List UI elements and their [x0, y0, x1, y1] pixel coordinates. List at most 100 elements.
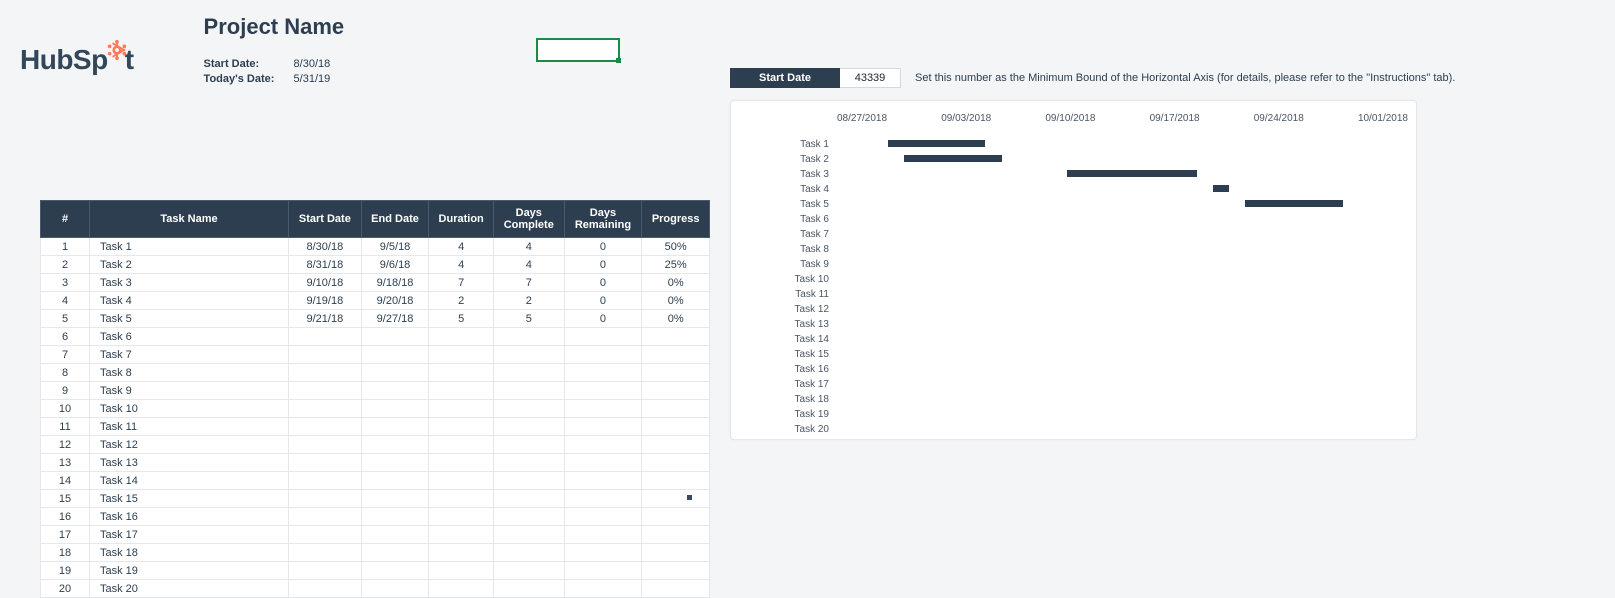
days-complete-cell[interactable] [494, 544, 565, 562]
start-date-cell[interactable]: 8/30/18 [289, 238, 362, 256]
task-table[interactable]: # Task Name Start Date End Date Duration… [40, 200, 710, 598]
progress-cell[interactable]: 0% [642, 274, 710, 292]
table-row[interactable]: 19Task 19 [41, 562, 710, 580]
days-remaining-cell[interactable] [564, 364, 642, 382]
progress-cell[interactable] [642, 562, 710, 580]
table-row[interactable]: 20Task 20 [41, 580, 710, 598]
table-row[interactable]: 11Task 11 [41, 418, 710, 436]
end-date-cell[interactable] [361, 364, 429, 382]
task-name-cell[interactable]: Task 5 [90, 310, 289, 328]
days-remaining-cell[interactable] [564, 400, 642, 418]
duration-cell[interactable] [429, 526, 494, 544]
row-num[interactable]: 5 [41, 310, 90, 328]
duration-cell[interactable] [429, 346, 494, 364]
days-remaining-cell[interactable] [564, 382, 642, 400]
progress-cell[interactable] [642, 454, 710, 472]
task-name-cell[interactable]: Task 10 [90, 400, 289, 418]
duration-cell[interactable]: 7 [429, 274, 494, 292]
end-date-cell[interactable] [361, 328, 429, 346]
duration-cell[interactable]: 4 [429, 256, 494, 274]
task-name-cell[interactable]: Task 9 [90, 382, 289, 400]
start-date-cell[interactable] [289, 328, 362, 346]
start-date-cell[interactable] [289, 526, 362, 544]
end-date-cell[interactable] [361, 490, 429, 508]
duration-cell[interactable] [429, 364, 494, 382]
progress-cell[interactable]: 0% [642, 310, 710, 328]
end-date-cell[interactable] [361, 580, 429, 598]
days-complete-cell[interactable] [494, 436, 565, 454]
duration-cell[interactable] [429, 400, 494, 418]
table-row[interactable]: 4Task 49/19/189/20/182200% [41, 292, 710, 310]
row-num[interactable]: 9 [41, 382, 90, 400]
task-name-cell[interactable]: Task 14 [90, 472, 289, 490]
duration-cell[interactable] [429, 382, 494, 400]
table-row[interactable]: 6Task 6 [41, 328, 710, 346]
task-name-cell[interactable]: Task 3 [90, 274, 289, 292]
row-num[interactable]: 14 [41, 472, 90, 490]
end-date-cell[interactable]: 9/20/18 [361, 292, 429, 310]
task-name-cell[interactable]: Task 2 [90, 256, 289, 274]
table-row[interactable]: 12Task 12 [41, 436, 710, 454]
days-remaining-cell[interactable]: 0 [564, 292, 642, 310]
progress-cell[interactable] [642, 364, 710, 382]
days-complete-cell[interactable] [494, 418, 565, 436]
project-title[interactable]: Project Name [204, 14, 345, 40]
progress-cell[interactable] [642, 328, 710, 346]
row-num[interactable]: 10 [41, 400, 90, 418]
row-num[interactable]: 4 [41, 292, 90, 310]
duration-cell[interactable] [429, 508, 494, 526]
days-complete-cell[interactable] [494, 472, 565, 490]
progress-cell[interactable] [642, 490, 710, 508]
start-date-cell[interactable] [289, 580, 362, 598]
table-row[interactable]: 5Task 59/21/189/27/185500% [41, 310, 710, 328]
start-date-cell[interactable] [289, 418, 362, 436]
days-remaining-cell[interactable] [564, 436, 642, 454]
table-row[interactable]: 14Task 14 [41, 472, 710, 490]
duration-cell[interactable] [429, 562, 494, 580]
days-complete-cell[interactable] [494, 562, 565, 580]
task-name-cell[interactable]: Task 19 [90, 562, 289, 580]
table-row[interactable]: 7Task 7 [41, 346, 710, 364]
days-remaining-cell[interactable] [564, 454, 642, 472]
progress-cell[interactable] [642, 526, 710, 544]
progress-cell[interactable] [642, 544, 710, 562]
days-complete-cell[interactable] [494, 328, 565, 346]
start-date-cell[interactable] [289, 490, 362, 508]
table-row[interactable]: 3Task 39/10/189/18/187700% [41, 274, 710, 292]
duration-cell[interactable] [429, 472, 494, 490]
days-complete-cell[interactable] [494, 382, 565, 400]
progress-cell[interactable] [642, 436, 710, 454]
end-date-cell[interactable] [361, 508, 429, 526]
table-row[interactable]: 13Task 13 [41, 454, 710, 472]
task-name-cell[interactable]: Task 7 [90, 346, 289, 364]
days-complete-cell[interactable] [494, 364, 565, 382]
start-date-cell[interactable]: 8/31/18 [289, 256, 362, 274]
table-row[interactable]: 2Task 28/31/189/6/1844025% [41, 256, 710, 274]
row-num[interactable]: 13 [41, 454, 90, 472]
table-row[interactable]: 18Task 18 [41, 544, 710, 562]
days-remaining-cell[interactable] [564, 508, 642, 526]
row-num[interactable]: 15 [41, 490, 90, 508]
table-row[interactable]: 10Task 10 [41, 400, 710, 418]
start-date-cell[interactable] [289, 382, 362, 400]
start-date-cell[interactable] [289, 472, 362, 490]
start-date-cell[interactable] [289, 436, 362, 454]
end-date-cell[interactable]: 9/6/18 [361, 256, 429, 274]
days-complete-cell[interactable] [494, 526, 565, 544]
progress-cell[interactable] [642, 382, 710, 400]
row-num[interactable]: 12 [41, 436, 90, 454]
table-row[interactable]: 15Task 15 [41, 490, 710, 508]
start-date-value[interactable]: 8/30/18 [294, 58, 331, 70]
start-date-cell[interactable] [289, 544, 362, 562]
progress-cell[interactable]: 25% [642, 256, 710, 274]
task-name-cell[interactable]: Task 20 [90, 580, 289, 598]
duration-cell[interactable] [429, 418, 494, 436]
task-name-cell[interactable]: Task 4 [90, 292, 289, 310]
end-date-cell[interactable] [361, 418, 429, 436]
days-remaining-cell[interactable]: 0 [564, 256, 642, 274]
end-date-cell[interactable] [361, 436, 429, 454]
task-name-cell[interactable]: Task 16 [90, 508, 289, 526]
days-complete-cell[interactable] [494, 490, 565, 508]
days-remaining-cell[interactable] [564, 418, 642, 436]
end-date-cell[interactable] [361, 472, 429, 490]
